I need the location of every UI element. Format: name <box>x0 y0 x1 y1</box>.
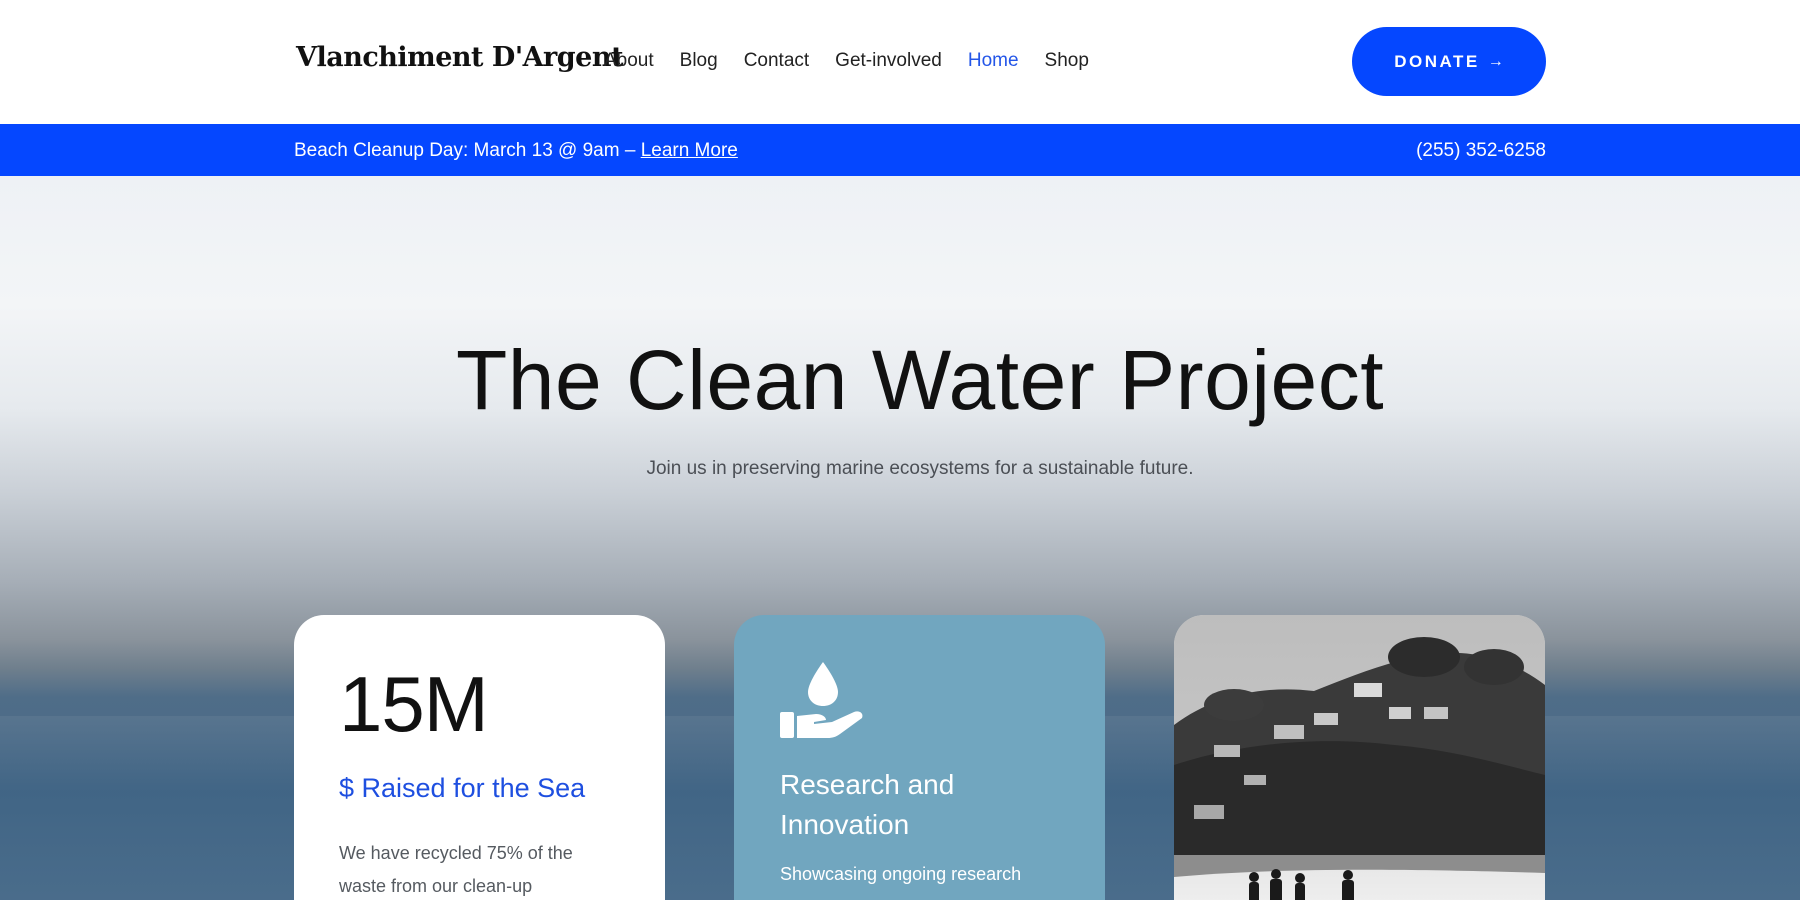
stat-description: We have recycled 75% of the waste from o… <box>339 843 573 896</box>
nav-item-shop[interactable]: Shop <box>1045 50 1089 72</box>
nav-item-get-involved[interactable]: Get-involved <box>835 50 942 72</box>
nav-item-blog[interactable]: Blog <box>680 50 718 72</box>
research-title: Research and Innovation <box>780 769 955 840</box>
announcement-text-wrap: Beach Cleanup Day: March 13 @ 9am – Lear… <box>294 140 738 162</box>
stat-card: 15M $ Raised for the Sea We have recycle… <box>294 615 665 900</box>
site-header: Vlanchiment D'Argent About Blog Contact … <box>0 0 1800 124</box>
water-drop-hand-icon <box>780 662 863 738</box>
announcement-text: Beach Cleanup Day: March 13 @ 9am – <box>294 140 641 161</box>
coastal-village-photo <box>1174 615 1545 900</box>
research-description: Showcasing ongoing research <box>780 864 1022 884</box>
site-logo[interactable]: Vlanchiment D'Argent <box>296 42 623 73</box>
photo-card <box>1174 615 1545 900</box>
research-card[interactable]: Research and Innovation Showcasing ongoi… <box>734 615 1105 900</box>
announcement-bar: Beach Cleanup Day: March 13 @ 9am – Lear… <box>0 124 1800 176</box>
hero-subtitle: Join us in preserving marine ecosystems … <box>646 458 1194 479</box>
nav-item-contact[interactable]: Contact <box>744 50 809 72</box>
stat-label: $ Raised for the Sea <box>339 773 586 803</box>
phone-number[interactable]: (255) 352-6258 <box>1416 140 1546 162</box>
main-nav: About Blog Contact Get-involved Home Sho… <box>604 50 1115 72</box>
arrow-right-icon: → <box>1487 52 1504 70</box>
nav-item-about[interactable]: About <box>604 50 654 72</box>
nav-item-home[interactable]: Home <box>968 50 1019 72</box>
hero-title: The Clean Water Project <box>455 333 1385 427</box>
learn-more-link[interactable]: Learn More <box>641 140 738 161</box>
hero-section: The Clean Water Project Join us in prese… <box>0 176 1800 900</box>
stat-value: 15M <box>339 660 489 748</box>
donate-button[interactable]: DONATE → <box>1352 27 1546 96</box>
donate-label: DONATE <box>1394 51 1480 71</box>
